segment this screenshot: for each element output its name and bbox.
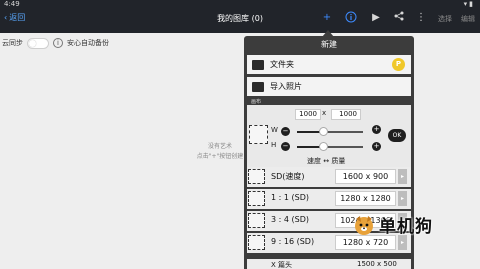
chevron-right-icon[interactable]: ▸ <box>398 191 407 206</box>
width-minus-button[interactable]: − <box>281 127 290 136</box>
section-label: 画布 <box>251 99 262 105</box>
preset-preview <box>248 235 265 250</box>
page-title: 我的图库 (0) <box>217 14 263 23</box>
sync-row: 云同步 i 安心自动备份 <box>2 37 109 49</box>
h-label: H <box>271 141 277 149</box>
sync-info-text: 安心自动备份 <box>67 39 109 47</box>
new-folder-label: 文件夹 <box>270 60 294 69</box>
preset-preview <box>248 169 265 184</box>
folder-icon <box>252 59 264 70</box>
width-input[interactable]: 1000 <box>295 109 321 120</box>
add-icon[interactable]: + <box>320 11 334 25</box>
preset-label: X 篇头 <box>271 261 293 269</box>
watermark: 单机狗 <box>352 212 433 237</box>
preset-size[interactable]: 1600 x 900 <box>335 169 396 184</box>
width-slider-thumb[interactable] <box>319 127 329 136</box>
preset-label: 9 : 16 (SD) <box>271 237 315 246</box>
preset-row[interactable]: SD(速度) 1600 x 900 ▸ <box>247 167 411 187</box>
sync-label: 云同步 <box>2 39 23 47</box>
edit-button[interactable]: 编辑 <box>461 14 475 24</box>
camera-icon <box>252 81 264 92</box>
info-icon[interactable] <box>344 11 358 25</box>
preset-label: 3 : 4 (SD) <box>271 215 309 224</box>
battery-icon: ▮ <box>469 0 475 8</box>
select-button[interactable]: 选择 <box>438 14 452 24</box>
new-folder-item[interactable]: 文件夹 P <box>247 55 411 74</box>
height-minus-button[interactable]: − <box>281 142 290 151</box>
preset-label: SD(速度) <box>271 172 305 181</box>
preset-row[interactable]: X 篇头 1500 x 500 <box>247 259 411 269</box>
import-photo-item[interactable]: 导入照片 <box>247 77 411 96</box>
premium-badge: P <box>392 58 405 71</box>
w-label: W <box>271 126 278 134</box>
sync-toggle[interactable] <box>27 37 49 49</box>
chevron-left-icon: ‹ <box>4 13 8 22</box>
preset-preview <box>248 213 265 228</box>
height-plus-button[interactable]: + <box>372 142 381 151</box>
width-plus-button[interactable]: + <box>372 125 381 134</box>
ok-button[interactable]: OK <box>388 129 406 142</box>
back-button[interactable]: ‹ 返回 <box>4 12 25 23</box>
height-slider-thumb[interactable] <box>319 142 329 151</box>
share-icon[interactable] <box>392 11 406 25</box>
preset-preview <box>248 191 265 206</box>
watermark-text: 单机狗 <box>379 217 433 237</box>
popup-title: 新建 <box>321 40 337 49</box>
info-icon[interactable]: i <box>53 38 63 48</box>
back-label: 返回 <box>9 13 26 22</box>
preset-size[interactable]: 1280 x 1280 <box>335 191 396 206</box>
preset-size: 1500 x 500 <box>357 260 397 268</box>
status-time: 4:49 <box>4 0 20 8</box>
height-slider[interactable] <box>297 142 363 151</box>
import-photo-label: 导入照片 <box>270 82 302 91</box>
top-bar: 4:49 ▾▮ ‹ 返回 我的图库 (0) + ▶ ⋮ 选择 编辑 <box>0 0 480 33</box>
status-icons: ▾▮ <box>464 0 475 8</box>
dog-logo-icon <box>355 215 373 235</box>
custom-size-panel: 1000 x 1000 W − + H − + OK 速度 ↔ 质量 <box>247 105 411 168</box>
speed-quality-label: 速度 ↔ 质量 <box>307 157 346 165</box>
preset-row[interactable]: 1 : 1 (SD) 1280 x 1280 ▸ <box>247 189 411 209</box>
more-icon[interactable]: ⋮ <box>414 11 428 25</box>
width-slider[interactable] <box>297 127 363 136</box>
x-separator: x <box>322 109 327 117</box>
chevron-right-icon[interactable]: ▸ <box>398 235 407 250</box>
custom-preview <box>249 125 268 144</box>
chevron-right-icon[interactable]: ▸ <box>398 169 407 184</box>
height-input[interactable]: 1000 <box>331 109 361 120</box>
preset-label: 1 : 1 (SD) <box>271 193 309 202</box>
play-icon[interactable]: ▶ <box>369 11 383 25</box>
preset-size[interactable]: 1280 x 720 <box>335 235 396 250</box>
